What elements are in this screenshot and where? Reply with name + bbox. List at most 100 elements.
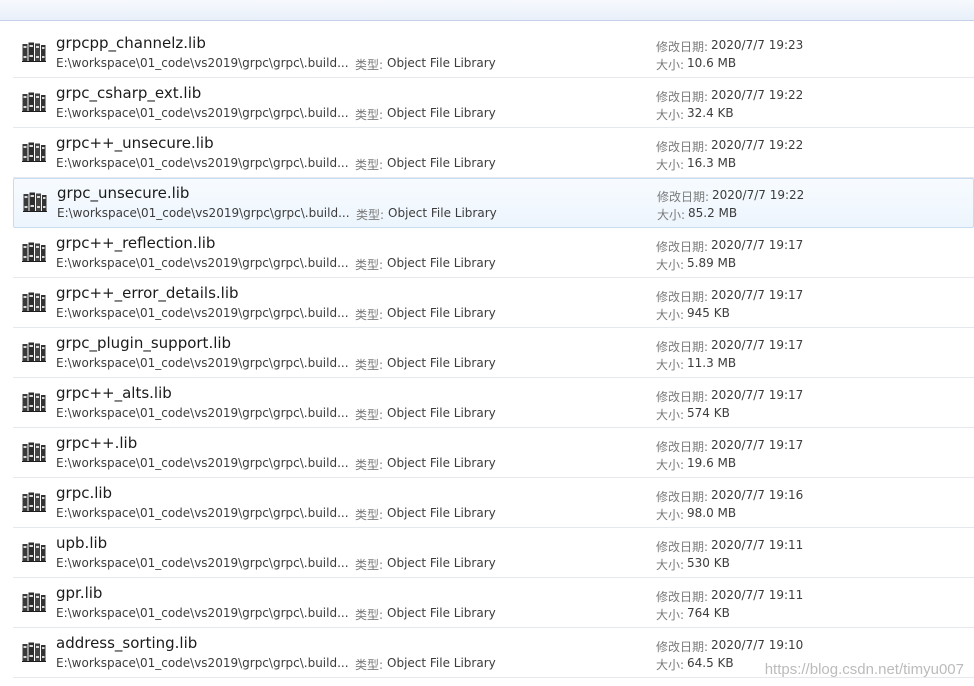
file-path: E:\workspace\01_code\vs2019\grpc\grpc\.b… bbox=[57, 206, 350, 220]
type-label: 类型: bbox=[355, 308, 384, 322]
file-modified: 2020/7/7 19:23 bbox=[711, 38, 804, 52]
size-label: 大小: bbox=[656, 108, 685, 122]
type-label: 类型: bbox=[355, 58, 384, 72]
type-label: 类型: bbox=[355, 558, 384, 572]
file-row[interactable]: grpc++_alts.lib E:\workspace\01_code\vs2… bbox=[0, 378, 974, 428]
file-name: address_sorting.lib bbox=[56, 634, 198, 652]
modified-label: 修改日期: bbox=[656, 590, 709, 604]
file-size: 945 KB bbox=[687, 306, 730, 320]
file-name: grpc++_alts.lib bbox=[56, 384, 172, 402]
file-type: Object File Library bbox=[387, 606, 496, 620]
file-path: E:\workspace\01_code\vs2019\grpc\grpc\.b… bbox=[56, 606, 349, 620]
file-type: Object File Library bbox=[387, 556, 496, 570]
file-name: grpc.lib bbox=[56, 484, 113, 502]
library-books-icon bbox=[22, 242, 46, 262]
file-path: E:\workspace\01_code\vs2019\grpc\grpc\.b… bbox=[56, 456, 349, 470]
size-label: 大小: bbox=[656, 558, 685, 572]
file-row[interactable]: grpc++_reflection.lib E:\workspace\01_co… bbox=[0, 228, 974, 278]
type-label: 类型: bbox=[355, 458, 384, 472]
file-path: E:\workspace\01_code\vs2019\grpc\grpc\.b… bbox=[56, 356, 349, 370]
modified-label: 修改日期: bbox=[656, 640, 709, 654]
modified-label: 修改日期: bbox=[656, 90, 709, 104]
file-type: Object File Library bbox=[387, 406, 496, 420]
file-modified: 2020/7/7 19:16 bbox=[711, 488, 804, 502]
file-size: 530 KB bbox=[687, 556, 730, 570]
file-type: Object File Library bbox=[387, 106, 496, 120]
file-name: grpc++_error_details.lib bbox=[56, 284, 239, 302]
file-path: E:\workspace\01_code\vs2019\grpc\grpc\.b… bbox=[56, 506, 349, 520]
library-books-icon bbox=[22, 542, 46, 562]
modified-label: 修改日期: bbox=[657, 190, 710, 204]
size-label: 大小: bbox=[656, 258, 685, 272]
file-size: 16.3 MB bbox=[687, 156, 737, 170]
modified-label: 修改日期: bbox=[656, 140, 709, 154]
file-row[interactable]: grpc_plugin_support.lib E:\workspace\01_… bbox=[0, 328, 974, 378]
file-size: 5.89 MB bbox=[687, 256, 737, 270]
size-label: 大小: bbox=[656, 358, 685, 372]
file-modified: 2020/7/7 19:17 bbox=[711, 238, 804, 252]
type-label: 类型: bbox=[355, 358, 384, 372]
file-row[interactable]: grpc++.lib E:\workspace\01_code\vs2019\g… bbox=[0, 428, 974, 478]
file-size: 764 KB bbox=[687, 606, 730, 620]
file-type: Object File Library bbox=[388, 206, 497, 220]
type-label: 类型: bbox=[355, 258, 384, 272]
file-modified: 2020/7/7 19:22 bbox=[711, 138, 804, 152]
size-label: 大小: bbox=[657, 208, 686, 222]
type-label: 类型: bbox=[356, 208, 385, 222]
file-row[interactable]: grpc++_error_details.lib E:\workspace\01… bbox=[0, 278, 974, 328]
file-path: E:\workspace\01_code\vs2019\grpc\grpc\.b… bbox=[56, 556, 349, 570]
modified-label: 修改日期: bbox=[656, 490, 709, 504]
library-books-icon bbox=[22, 92, 46, 112]
modified-label: 修改日期: bbox=[656, 390, 709, 404]
file-name: grpc_unsecure.lib bbox=[57, 184, 190, 202]
file-modified: 2020/7/7 19:17 bbox=[711, 388, 804, 402]
size-label: 大小: bbox=[656, 658, 685, 672]
file-type: Object File Library bbox=[387, 356, 496, 370]
file-name: upb.lib bbox=[56, 534, 108, 552]
file-type: Object File Library bbox=[387, 506, 496, 520]
file-name: grpc++.lib bbox=[56, 434, 138, 452]
file-row[interactable]: grpc++_unsecure.lib E:\workspace\01_code… bbox=[0, 128, 974, 178]
file-size: 64.5 KB bbox=[687, 656, 734, 670]
type-label: 类型: bbox=[355, 658, 384, 672]
file-modified: 2020/7/7 19:11 bbox=[711, 538, 804, 552]
library-books-icon bbox=[22, 42, 46, 62]
library-books-icon bbox=[22, 642, 46, 662]
file-row[interactable]: grpc.lib E:\workspace\01_code\vs2019\grp… bbox=[0, 478, 974, 528]
file-type: Object File Library bbox=[387, 56, 496, 70]
file-path: E:\workspace\01_code\vs2019\grpc\grpc\.b… bbox=[56, 406, 349, 420]
file-modified: 2020/7/7 19:17 bbox=[711, 438, 804, 452]
file-size: 19.6 MB bbox=[687, 456, 737, 470]
size-label: 大小: bbox=[656, 58, 685, 72]
file-size: 85.2 MB bbox=[688, 206, 738, 220]
library-books-icon bbox=[22, 442, 46, 462]
library-books-icon bbox=[22, 142, 46, 162]
size-label: 大小: bbox=[656, 458, 685, 472]
file-row[interactable]: upb.lib E:\workspace\01_code\vs2019\grpc… bbox=[0, 528, 974, 578]
size-label: 大小: bbox=[656, 408, 685, 422]
file-path: E:\workspace\01_code\vs2019\grpc\grpc\.b… bbox=[56, 156, 349, 170]
column-header-bar bbox=[0, 0, 974, 21]
modified-label: 修改日期: bbox=[656, 290, 709, 304]
file-type: Object File Library bbox=[387, 256, 496, 270]
type-label: 类型: bbox=[355, 608, 384, 622]
file-size: 11.3 MB bbox=[687, 356, 737, 370]
size-label: 大小: bbox=[656, 308, 685, 322]
type-label: 类型: bbox=[355, 508, 384, 522]
file-row[interactable]: grpc_unsecure.lib E:\workspace\01_code\v… bbox=[13, 178, 974, 228]
file-row[interactable]: gpr.lib E:\workspace\01_code\vs2019\grpc… bbox=[0, 578, 974, 628]
file-modified: 2020/7/7 19:22 bbox=[711, 88, 804, 102]
type-label: 类型: bbox=[355, 408, 384, 422]
file-name: gpr.lib bbox=[56, 584, 103, 602]
library-books-icon bbox=[23, 192, 47, 212]
file-name: grpc_csharp_ext.lib bbox=[56, 84, 202, 102]
file-modified: 2020/7/7 19:10 bbox=[711, 638, 804, 652]
file-row[interactable]: grpc_csharp_ext.lib E:\workspace\01_code… bbox=[0, 78, 974, 128]
modified-label: 修改日期: bbox=[656, 40, 709, 54]
file-size: 574 KB bbox=[687, 406, 730, 420]
file-name: grpcpp_channelz.lib bbox=[56, 34, 206, 52]
file-path: E:\workspace\01_code\vs2019\grpc\grpc\.b… bbox=[56, 256, 349, 270]
modified-label: 修改日期: bbox=[656, 440, 709, 454]
file-size: 32.4 KB bbox=[687, 106, 734, 120]
file-row[interactable]: grpcpp_channelz.lib E:\workspace\01_code… bbox=[0, 28, 974, 78]
